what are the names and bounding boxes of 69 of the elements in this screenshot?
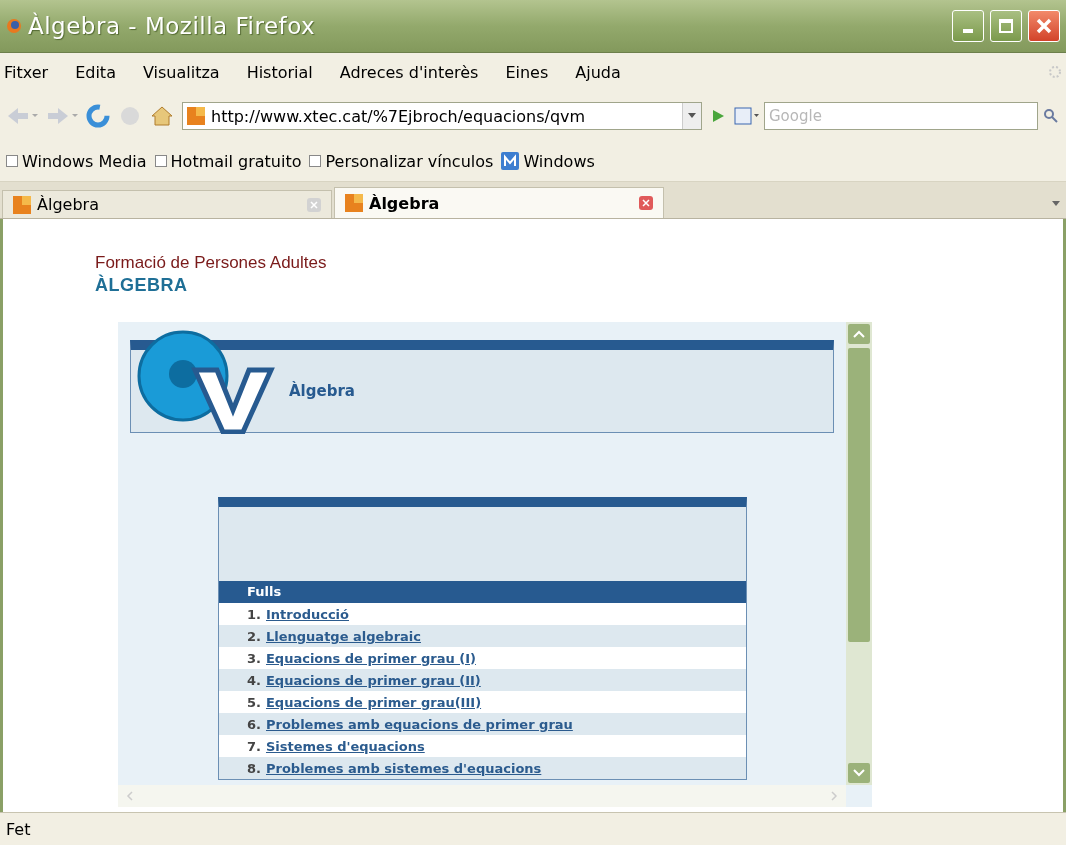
go-icon[interactable] <box>710 108 726 124</box>
page-icon <box>309 155 322 167</box>
tab-close-icon[interactable] <box>307 197 321 212</box>
sheet-link[interactable]: Problemes amb equacions de primer grau <box>266 716 573 732</box>
tab-close-icon[interactable] <box>639 196 653 210</box>
status-text: Fet <box>6 820 31 839</box>
bookmark-link[interactable]: Hotmail gratuito <box>154 151 302 171</box>
search-icon[interactable] <box>1042 107 1060 125</box>
stop-icon[interactable] <box>118 104 142 128</box>
browser-tab[interactable]: Àlgebra <box>334 187 664 218</box>
throbber-icon <box>1048 65 1062 79</box>
list-header: Fulls <box>219 581 746 603</box>
sheet-link[interactable]: Sistemes d'equacions <box>266 738 425 754</box>
minimize-button[interactable] <box>952 10 984 42</box>
bookmark-link[interactable]: Personalizar vínculos <box>309 151 494 171</box>
item-number: 2. <box>247 628 261 644</box>
menu-item[interactable]: Visualitza <box>142 60 220 84</box>
bookmark-link[interactable]: Windows <box>501 151 595 171</box>
browser-tab[interactable]: Àlgebra <box>2 190 332 218</box>
sheet-link[interactable]: Equacions de primer grau(III) <box>266 694 482 710</box>
menu-item[interactable]: Edita <box>75 60 116 84</box>
home-icon[interactable] <box>150 104 174 128</box>
quad-title: Àlgebra <box>289 382 355 400</box>
scroll-right-icon[interactable] <box>828 789 840 803</box>
menu-item[interactable]: Fitxer <box>4 60 49 84</box>
item-number: 1. <box>247 606 261 622</box>
dropdown-icon[interactable] <box>688 113 696 119</box>
site-icon <box>13 195 31 214</box>
window-title: Àlgebra - Mozilla Firefox <box>28 13 317 39</box>
bookmark-link[interactable]: Windows Media <box>6 151 147 171</box>
sheet-link[interactable]: Equacions de primer grau (II) <box>266 672 481 688</box>
scroll-left-icon[interactable] <box>124 789 136 803</box>
item-number: 8. <box>247 760 261 776</box>
menu-item[interactable]: Historial <box>246 60 313 84</box>
menu-item[interactable]: Ajuda <box>575 60 621 84</box>
site-icon <box>187 107 205 125</box>
site-icon <box>345 194 363 212</box>
sheet-link[interactable]: Introducció <box>266 606 349 622</box>
horizontal-scrollbar[interactable] <box>118 785 846 807</box>
close-icon <box>1035 17 1053 35</box>
search-field[interactable]: Google <box>764 102 1038 130</box>
sheet-link[interactable]: Llenguatge algebraic <box>266 628 421 644</box>
page-icon <box>6 155 18 167</box>
item-number: 3. <box>247 650 261 666</box>
minimize-icon <box>963 29 973 33</box>
sheet-link[interactable]: Problemes amb sistemes d'equacions <box>266 760 542 776</box>
maximize-icon <box>998 18 1014 34</box>
search-engine-icon[interactable] <box>734 107 760 125</box>
menu-item[interactable]: Eines <box>505 60 549 84</box>
item-number: 5. <box>247 694 261 710</box>
page-icon <box>154 155 167 167</box>
menu-item[interactable]: Adreces d'interès <box>339 60 479 84</box>
vertical-scrollbar[interactable] <box>846 322 872 785</box>
item-number: 7. <box>247 738 261 754</box>
organization-name: Formació de Persones Adultes <box>95 253 328 273</box>
forward-button[interactable] <box>46 105 78 127</box>
tab-list-icon[interactable] <box>1052 201 1060 207</box>
sheet-link[interactable]: Equacions de primer grau (I) <box>266 650 476 666</box>
back-button[interactable] <box>6 105 38 127</box>
item-number: 4. <box>247 672 261 688</box>
reload-icon[interactable] <box>86 104 110 128</box>
item-number: 6. <box>247 716 261 732</box>
address-field[interactable]: http://www.xtec.cat/%7Ejbroch/equacions/qvm <box>182 102 702 130</box>
page-heading: ÀLGEBRA <box>95 275 189 296</box>
scroll-up-icon[interactable] <box>848 324 870 344</box>
scroll-down-icon[interactable] <box>848 763 870 783</box>
site-logo-icon <box>501 152 520 170</box>
maximize-button[interactable] <box>990 10 1022 42</box>
close-button[interactable] <box>1028 10 1060 42</box>
